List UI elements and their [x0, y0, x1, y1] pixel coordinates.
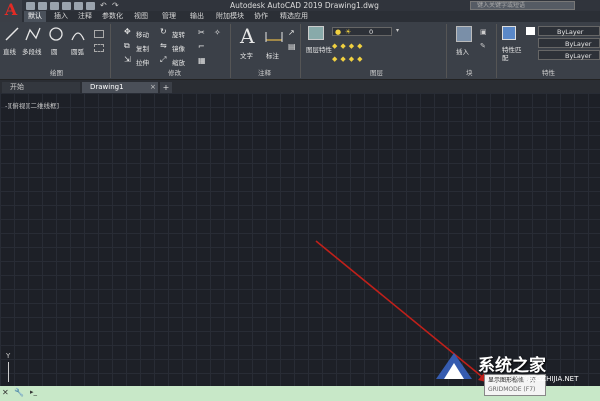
wrench-icon[interactable]: 🔧: [14, 388, 24, 397]
tooltip-command: GRIDMODE (F7): [488, 386, 536, 393]
annotation-arrow-icon: [315, 240, 490, 383]
command-prompt-icon[interactable]: ▸_: [30, 388, 37, 396]
watermark-name: 系统之家: [478, 356, 546, 376]
watermark-logo-icon: [436, 353, 472, 379]
ucs-y-label: Y: [6, 352, 11, 360]
ucs-icon: [8, 362, 9, 382]
close-command-icon[interactable]: ✕: [2, 388, 9, 397]
watermark-url: XITONGZHIJIA.NET: [514, 375, 579, 383]
